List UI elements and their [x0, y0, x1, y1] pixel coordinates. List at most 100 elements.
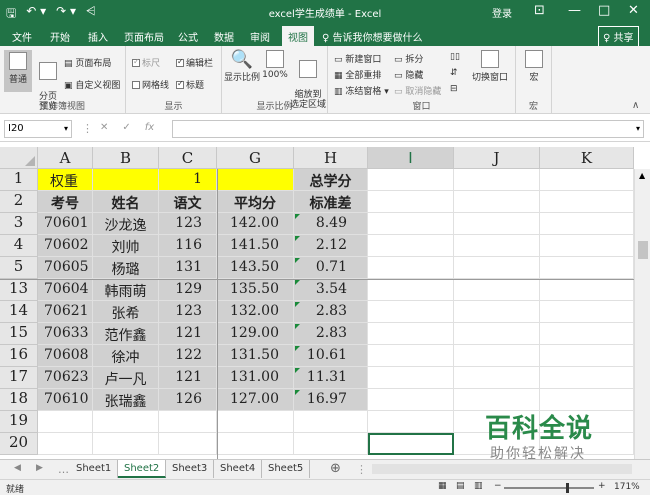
row-header-14[interactable]: 14: [0, 301, 38, 323]
row-header-16[interactable]: 16: [0, 345, 38, 367]
headings-checkbox[interactable]: 标题: [176, 78, 204, 91]
cell-h15[interactable]: 2.83: [294, 323, 368, 345]
cell-i18[interactable]: [368, 389, 454, 411]
cell-h1[interactable]: 总学分: [294, 169, 368, 191]
cell-i1[interactable]: [368, 169, 454, 191]
cell-a18[interactable]: 70610: [38, 389, 93, 411]
cell-g2[interactable]: 平均分: [217, 191, 294, 213]
scroll-tabs-left-icon[interactable]: ◀: [14, 463, 21, 473]
scroll-up-icon[interactable]: ▲: [639, 171, 645, 180]
sheet-tab-4[interactable]: Sheet4: [214, 460, 263, 478]
cell-j13[interactable]: [454, 279, 540, 301]
zoom-slider-thumb[interactable]: [566, 483, 569, 493]
normal-view-status-icon[interactable]: ▦: [438, 481, 447, 491]
cell-k5[interactable]: [540, 257, 634, 279]
cell-c3[interactable]: 123: [159, 213, 217, 235]
cell-b19[interactable]: [93, 411, 159, 433]
zoom-in-icon[interactable]: +: [598, 481, 606, 491]
new-window-button[interactable]: ▭ 新建窗口: [334, 52, 381, 65]
cell-j2[interactable]: [454, 191, 540, 213]
active-cell-selection[interactable]: [368, 433, 454, 455]
sync-scroll-icon[interactable]: ⇵: [450, 68, 458, 78]
cell-h18[interactable]: 16.97: [294, 389, 368, 411]
error-indicator-icon[interactable]: [295, 214, 300, 219]
switch-windows-button[interactable]: 切换窗口: [468, 50, 512, 83]
cell-g15[interactable]: 129.00: [217, 323, 294, 345]
cell-a15[interactable]: 70633: [38, 323, 93, 345]
cell-j5[interactable]: [454, 257, 540, 279]
cell-g4[interactable]: 141.50: [217, 235, 294, 257]
cell-c18[interactable]: 126: [159, 389, 217, 411]
column-header-h[interactable]: H: [294, 147, 368, 169]
column-header-b[interactable]: B: [93, 147, 159, 169]
column-header-j[interactable]: J: [454, 147, 540, 169]
cell-h5[interactable]: 0.71: [294, 257, 368, 279]
cell-g18[interactable]: 127.00: [217, 389, 294, 411]
cell-h2[interactable]: 标准差: [294, 191, 368, 213]
select-all-corner[interactable]: [0, 147, 38, 169]
cell-g17[interactable]: 131.00: [217, 367, 294, 389]
cell-i14[interactable]: [368, 301, 454, 323]
cell-g16[interactable]: 131.50: [217, 345, 294, 367]
reset-position-icon[interactable]: ⊟: [450, 84, 458, 94]
view-side-by-side-icon[interactable]: ▯▯: [450, 52, 460, 62]
cell-a14[interactable]: 70621: [38, 301, 93, 323]
error-indicator-icon[interactable]: [295, 390, 300, 395]
cell-h19[interactable]: [294, 411, 368, 433]
tab-splitter-icon[interactable]: ⋮: [356, 463, 367, 476]
tab-data[interactable]: 数据: [214, 29, 234, 44]
row-header-5[interactable]: 5: [0, 257, 38, 279]
sheet-tab-5[interactable]: Sheet5: [262, 460, 311, 478]
cell-h17[interactable]: 11.31: [294, 367, 368, 389]
cell-j15[interactable]: [454, 323, 540, 345]
cell-h20[interactable]: [294, 433, 368, 455]
cell-k13[interactable]: [540, 279, 634, 301]
scroll-tabs-right-icon[interactable]: ▶: [36, 463, 43, 473]
gridlines-checkbox[interactable]: 网格线: [132, 78, 169, 91]
sheet-tab-3[interactable]: Sheet3: [166, 460, 215, 478]
cell-b16[interactable]: 徐冲: [93, 345, 159, 367]
minimize-button[interactable]: —: [568, 3, 581, 18]
row-header-20[interactable]: 20: [0, 433, 38, 455]
cell-c19[interactable]: [159, 411, 217, 433]
collapse-ribbon-icon[interactable]: ∧: [632, 100, 639, 111]
tab-view[interactable]: 视图: [282, 26, 314, 46]
cell-a20[interactable]: [38, 433, 93, 455]
cancel-icon[interactable]: ✕: [100, 122, 108, 133]
cell-k1[interactable]: [540, 169, 634, 191]
cell-c13[interactable]: 129: [159, 279, 217, 301]
scroll-thumb[interactable]: [638, 241, 648, 259]
cell-c20[interactable]: [159, 433, 217, 455]
cell-a5[interactable]: 70605: [38, 257, 93, 279]
row-header-1[interactable]: 1: [0, 169, 38, 191]
column-header-i[interactable]: I: [368, 147, 454, 169]
custom-views-button[interactable]: ▣ 自定义视图: [64, 78, 120, 91]
cell-h16[interactable]: 10.61: [294, 345, 368, 367]
ribbon-options-icon[interactable]: ⊡: [534, 3, 545, 18]
cell-i2[interactable]: [368, 191, 454, 213]
cell-k2[interactable]: [540, 191, 634, 213]
row-header-15[interactable]: 15: [0, 323, 38, 345]
cell-j3[interactable]: [454, 213, 540, 235]
cell-b18[interactable]: 张瑞鑫: [93, 389, 159, 411]
page-break-status-icon[interactable]: ▥: [474, 481, 483, 491]
row-header-3[interactable]: 3: [0, 213, 38, 235]
cell-b3[interactable]: 沙龙逸: [93, 213, 159, 235]
cell-b13[interactable]: 韩雨萌: [93, 279, 159, 301]
tell-me-search[interactable]: ♀ 告诉我你想要做什么: [322, 29, 423, 44]
tab-page-layout[interactable]: 页面布局: [124, 29, 164, 44]
cell-i5[interactable]: [368, 257, 454, 279]
cell-k16[interactable]: [540, 345, 634, 367]
normal-view-button[interactable]: 普通: [4, 50, 32, 92]
cell-i3[interactable]: [368, 213, 454, 235]
row-header-2[interactable]: 2: [0, 191, 38, 213]
zoom-100-button[interactable]: 100%: [262, 50, 288, 80]
cell-i19[interactable]: [368, 411, 454, 433]
zoom-button[interactable]: 🔍 显示比例: [224, 50, 260, 84]
cell-g1[interactable]: [217, 169, 294, 191]
tab-review[interactable]: 审阅: [250, 29, 270, 44]
cell-j17[interactable]: [454, 367, 540, 389]
column-header-g[interactable]: G: [217, 147, 294, 169]
macros-button[interactable]: 宏: [520, 50, 548, 83]
cell-i13[interactable]: [368, 279, 454, 301]
